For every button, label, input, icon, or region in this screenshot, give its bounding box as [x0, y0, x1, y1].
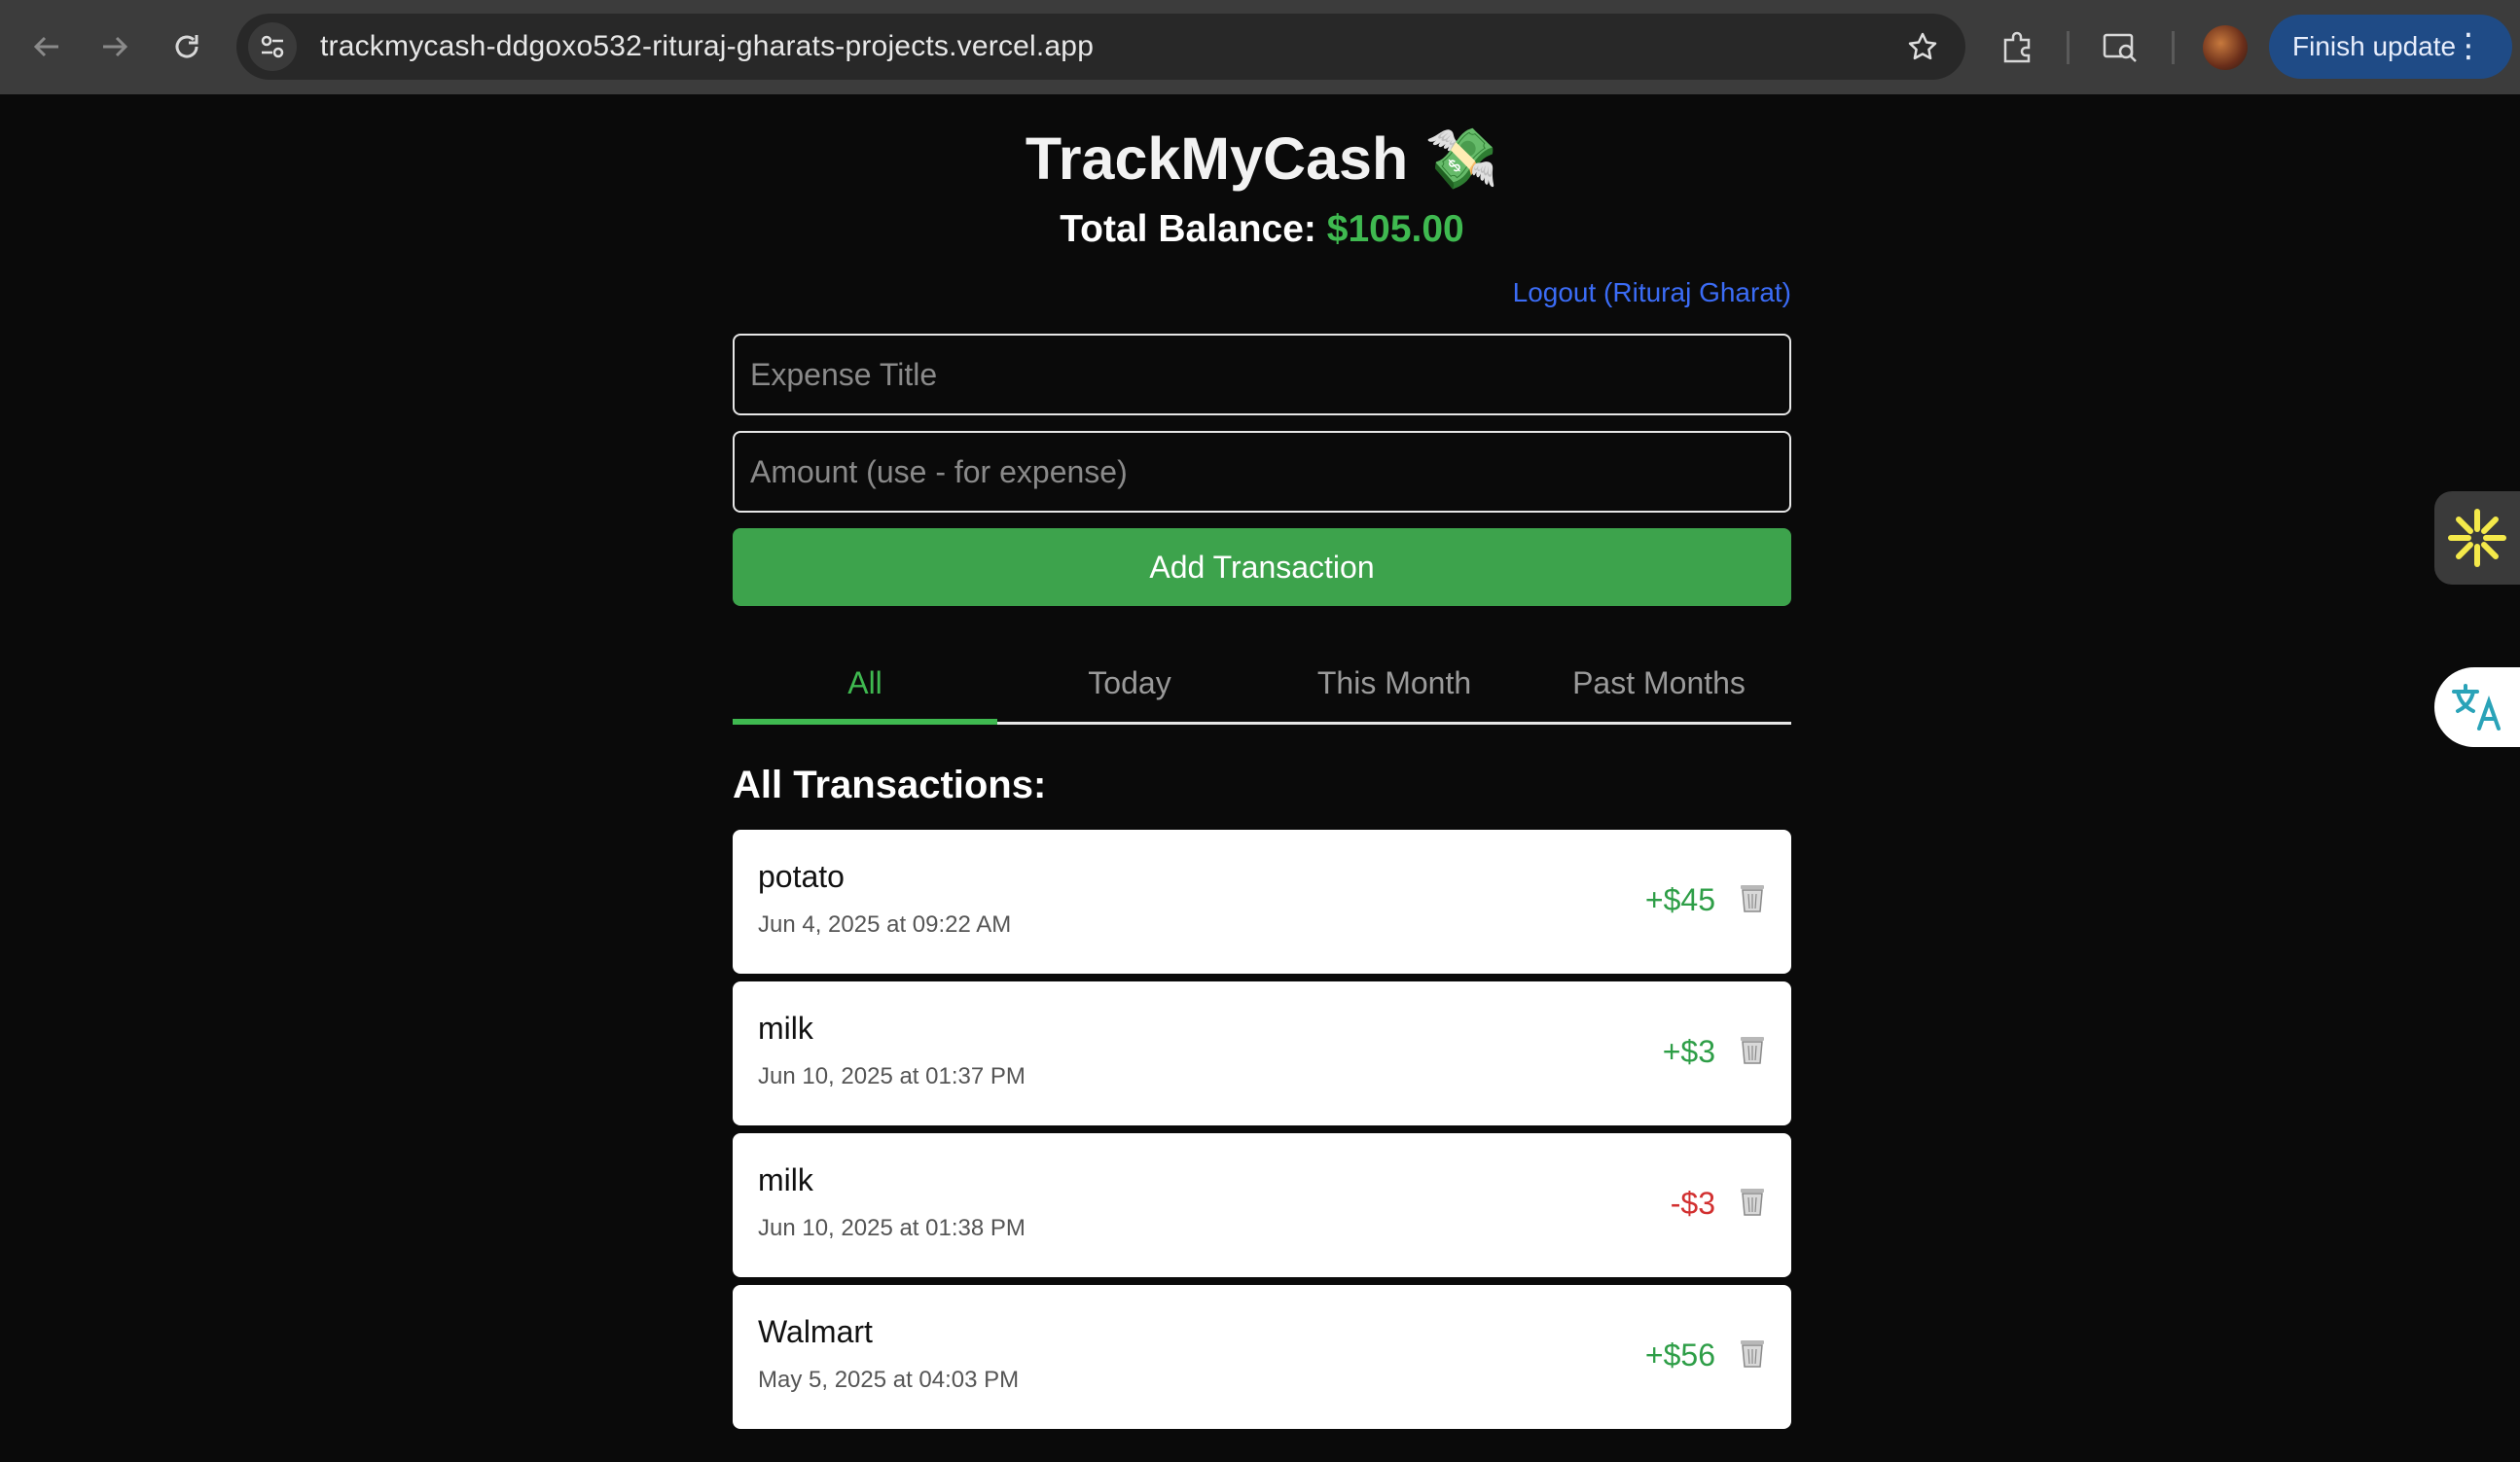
tab-today[interactable]: Today — [997, 653, 1262, 722]
filter-tabs: All Today This Month Past Months — [733, 653, 1791, 725]
sparkle-icon — [2448, 509, 2506, 567]
transaction-item: milk Jun 10, 2025 at 01:38 PM -$3 — [733, 1133, 1791, 1277]
transaction-list: potato Jun 4, 2025 at 09:22 AM +$45 milk… — [733, 830, 1791, 1429]
translate-widget[interactable] — [2434, 667, 2520, 747]
transaction-title: milk — [758, 1162, 813, 1197]
transaction-date: Jun 10, 2025 at 01:38 PM — [758, 1215, 1026, 1241]
trash-icon[interactable] — [1737, 1184, 1768, 1219]
transaction-date: May 5, 2025 at 04:03 PM — [758, 1367, 1020, 1393]
toolbar-separator — [2067, 31, 2070, 64]
translate-icon — [2452, 684, 2501, 731]
url-text[interactable]: trackmycash-ddgoxo532-rituraj-gharats-pr… — [320, 30, 1094, 63]
transaction-date: Jun 4, 2025 at 09:22 AM — [758, 911, 1012, 938]
transaction-title: potato — [758, 859, 845, 894]
browser-toolbar: trackmycash-ddgoxo532-rituraj-gharats-pr… — [0, 0, 2520, 94]
reload-icon[interactable] — [158, 18, 216, 76]
balance-value: $105.00 — [1326, 208, 1464, 250]
tab-all[interactable]: All — [733, 653, 997, 725]
amount-input[interactable] — [733, 431, 1791, 513]
extensions-icon[interactable] — [1993, 23, 2041, 72]
transaction-amount: +$3 — [1662, 1034, 1715, 1069]
app-title: TrackMyCash 💸 — [1025, 125, 1499, 192]
trackmycash-app: TrackMyCash 💸 Total Balance: $105.00 Log… — [733, 94, 1791, 1437]
menu-dots-icon: ⋮ — [2452, 27, 2485, 64]
toolbar-separator — [2172, 31, 2175, 64]
logout-link[interactable]: Logout (Rituraj Gharat) — [1513, 277, 1791, 307]
logout-row: Logout (Rituraj Gharat) — [733, 275, 1791, 310]
trash-icon[interactable] — [1737, 1336, 1768, 1371]
tab-this-month[interactable]: This Month — [1262, 653, 1527, 722]
transaction-item: potato Jun 4, 2025 at 09:22 AM +$45 — [733, 830, 1791, 974]
address-bar[interactable]: trackmycash-ddgoxo532-rituraj-gharats-pr… — [236, 14, 1965, 80]
finish-update-label: Finish update — [2292, 31, 2457, 61]
section-title: All Transactions: — [733, 764, 1047, 806]
balance-label: Total Balance: — [1060, 208, 1316, 250]
transaction-item: Walmart May 5, 2025 at 04:03 PM +$56 — [733, 1285, 1791, 1429]
transaction-amount: +$45 — [1644, 882, 1715, 917]
forward-arrow-icon[interactable] — [86, 18, 144, 76]
media-search-icon[interactable] — [2096, 23, 2144, 72]
trash-icon[interactable] — [1737, 880, 1768, 915]
transaction-amount: -$3 — [1670, 1186, 1715, 1221]
transaction-amount: +$56 — [1644, 1337, 1715, 1373]
back-arrow-icon[interactable] — [18, 18, 76, 76]
trash-icon[interactable] — [1737, 1032, 1768, 1067]
site-info-icon[interactable] — [248, 22, 297, 71]
bookmark-star-icon[interactable] — [1903, 27, 1942, 66]
transaction-date: Jun 10, 2025 at 01:37 PM — [758, 1063, 1026, 1089]
transaction-item: milk Jun 10, 2025 at 01:37 PM +$3 — [733, 981, 1791, 1125]
expense-title-input[interactable] — [733, 334, 1791, 415]
add-transaction-button[interactable]: Add Transaction — [733, 528, 1791, 606]
tab-past-months[interactable]: Past Months — [1527, 653, 1791, 722]
assistant-sparkle-widget[interactable] — [2434, 491, 2520, 585]
total-balance: Total Balance: $105.00 — [733, 205, 1791, 254]
profile-avatar[interactable] — [2203, 25, 2248, 70]
finish-update-button[interactable]: Finish update ⋮ — [2269, 15, 2512, 79]
transaction-title: milk — [758, 1011, 813, 1046]
transaction-title: Walmart — [758, 1314, 873, 1349]
